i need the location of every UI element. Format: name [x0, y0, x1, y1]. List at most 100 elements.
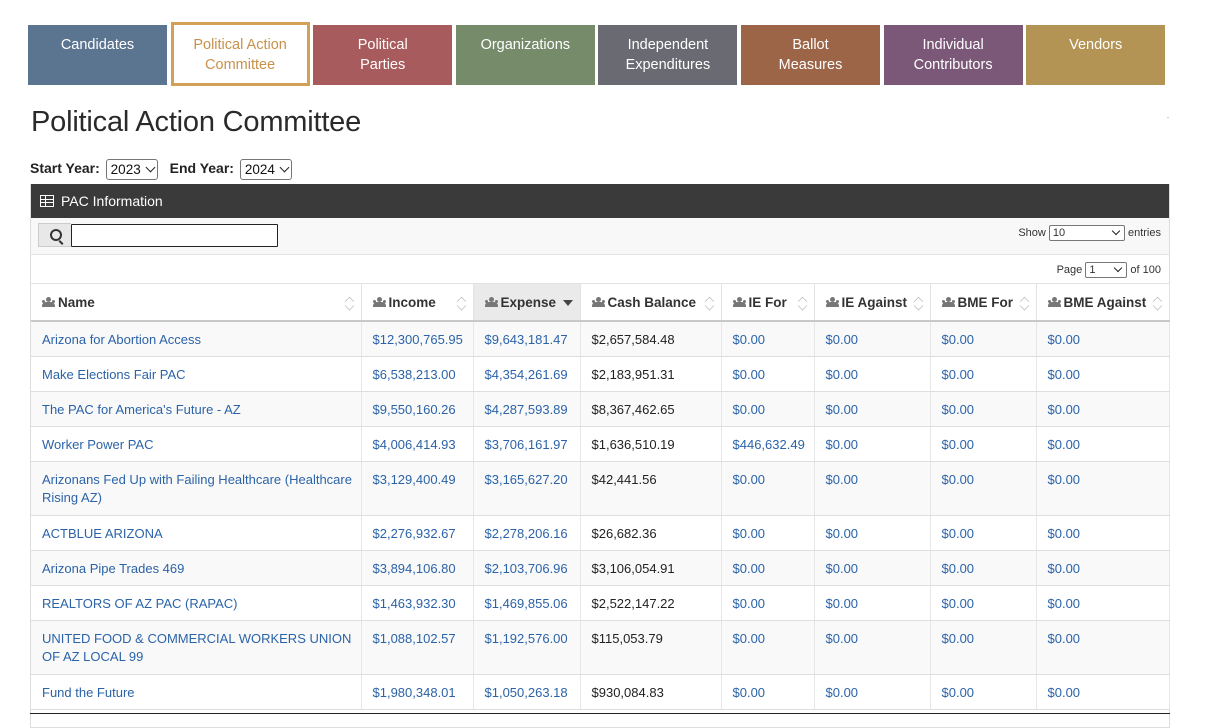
- cell-ie-for[interactable]: $0.00: [721, 550, 815, 586]
- cell-income[interactable]: $1,088,102.57: [361, 620, 474, 675]
- page-select[interactable]: 1: [1085, 262, 1128, 278]
- cell-cash: $2,657,584.48: [580, 321, 722, 357]
- pac-table: Name Income Expense Cash Balance IE For IE Ag…: [31, 283, 1170, 710]
- cell-expense[interactable]: $1,192,576.00: [473, 620, 581, 675]
- cell-ie-against[interactable]: $0.00: [814, 391, 931, 427]
- cell-expense[interactable]: $4,287,593.89: [473, 391, 581, 427]
- cell-name[interactable]: Fund the Future: [31, 674, 362, 710]
- cell-bme-against[interactable]: $0.00: [1036, 426, 1170, 462]
- cell-bme-for[interactable]: $0.00: [930, 356, 1037, 392]
- tab-political-action-committee[interactable]: Political Action Committee: [170, 22, 310, 86]
- cell-ie-against[interactable]: $0.00: [814, 515, 931, 551]
- column-header-ie-against[interactable]: IE Against: [814, 283, 931, 322]
- cell-income[interactable]: $1,463,932.30: [361, 585, 474, 621]
- column-header-bme-for[interactable]: BME For: [930, 283, 1037, 322]
- cell-bme-for[interactable]: $0.00: [930, 620, 1037, 675]
- cell-name[interactable]: Arizona for Abortion Access: [31, 321, 362, 357]
- cell-bme-for[interactable]: $0.00: [930, 461, 1037, 516]
- cell-ie-against[interactable]: $0.00: [814, 620, 931, 675]
- cell-bme-against[interactable]: $0.00: [1036, 321, 1170, 357]
- column-header-bme-against[interactable]: BME Against: [1036, 283, 1170, 322]
- column-header-ie-for[interactable]: IE For: [721, 283, 815, 322]
- cell-ie-for[interactable]: $0.00: [721, 356, 815, 392]
- cell-bme-for[interactable]: $0.00: [930, 550, 1037, 586]
- cell-bme-for[interactable]: $0.00: [930, 674, 1037, 710]
- column-header-expense[interactable]: Expense: [473, 283, 581, 322]
- start-year-select[interactable]: 2023: [105, 159, 158, 180]
- cell-bme-against[interactable]: $0.00: [1036, 585, 1170, 621]
- cell-expense[interactable]: $1,050,263.18: [473, 674, 581, 710]
- tab-vendors[interactable]: Vendors: [1026, 25, 1166, 85]
- cell-bme-for[interactable]: $0.00: [930, 515, 1037, 551]
- cell-income[interactable]: $6,538,213.00: [361, 356, 474, 392]
- cell-bme-against[interactable]: $0.00: [1036, 620, 1170, 675]
- cell-bme-against[interactable]: $0.00: [1036, 515, 1170, 551]
- cell-ie-for[interactable]: $0.00: [721, 515, 815, 551]
- tab-independent-expenditures[interactable]: Independent Expenditures: [598, 25, 738, 85]
- cell-name[interactable]: Arizona Pipe Trades 469: [31, 550, 362, 586]
- cell-ie-for[interactable]: $0.00: [721, 585, 815, 621]
- cell-bme-against[interactable]: $0.00: [1036, 461, 1170, 516]
- cell-ie-against[interactable]: $0.00: [814, 356, 931, 392]
- cell-name[interactable]: UNITED FOOD & COMMERCIAL WORKERS UNION O…: [31, 620, 362, 675]
- cell-name[interactable]: Arizonans Fed Up with Failing Healthcare…: [31, 461, 362, 516]
- cell-expense[interactable]: $1,469,855.06: [473, 585, 581, 621]
- cell-expense[interactable]: $3,165,627.20: [473, 461, 581, 516]
- cell-ie-against[interactable]: $0.00: [814, 321, 931, 357]
- cell-ie-for[interactable]: $446,632.49: [721, 426, 815, 462]
- tab-ballot-measures[interactable]: Ballot Measures: [741, 25, 880, 85]
- panel-title: PAC Information: [61, 193, 163, 209]
- cell-income[interactable]: $1,980,348.01: [361, 674, 474, 710]
- cell-expense[interactable]: $2,278,206.16: [473, 515, 581, 551]
- cell-name[interactable]: REALTORS OF AZ PAC (RAPAC): [31, 585, 362, 621]
- entries-select[interactable]: 10: [1048, 225, 1125, 241]
- cell-cash: $2,183,951.31: [580, 356, 722, 392]
- cell-ie-for[interactable]: $0.00: [721, 391, 815, 427]
- tab-political-parties[interactable]: Political Parties: [313, 25, 453, 85]
- column-header-name[interactable]: Name: [31, 283, 362, 322]
- cell-ie-for[interactable]: $0.00: [721, 461, 815, 516]
- cell-bme-against[interactable]: $0.00: [1036, 550, 1170, 586]
- cell-name[interactable]: Make Elections Fair PAC: [31, 356, 362, 392]
- cell-income[interactable]: $3,129,400.49: [361, 461, 474, 516]
- cell-income[interactable]: $2,276,932.67: [361, 515, 474, 551]
- cell-bme-against[interactable]: $0.00: [1036, 674, 1170, 710]
- cell-bme-against[interactable]: $0.00: [1036, 391, 1170, 427]
- tab-individual-contributors[interactable]: Individual Contributors: [883, 25, 1023, 85]
- cell-income[interactable]: $9,550,160.26: [361, 391, 474, 427]
- cell-ie-for[interactable]: $0.00: [721, 620, 815, 675]
- cell-income[interactable]: $3,894,106.80: [361, 550, 474, 586]
- cell-expense[interactable]: $2,103,706.96: [473, 550, 581, 586]
- cell-ie-against[interactable]: $0.00: [814, 550, 931, 586]
- cell-ie-against[interactable]: $0.00: [814, 585, 931, 621]
- search-button[interactable]: [38, 223, 71, 247]
- cell-bme-for[interactable]: $0.00: [930, 585, 1037, 621]
- end-year-select[interactable]: 2024: [239, 159, 292, 180]
- cell-expense[interactable]: $9,643,181.47: [473, 321, 581, 357]
- sort-icon: [456, 296, 466, 307]
- column-header-income[interactable]: Income: [361, 283, 474, 322]
- cell-income[interactable]: $12,300,765.95: [361, 321, 474, 357]
- cell-name[interactable]: The PAC for America's Future - AZ: [31, 391, 362, 427]
- cell-bme-for[interactable]: $0.00: [930, 426, 1037, 462]
- cell-cash: $1,636,510.19: [580, 426, 722, 462]
- cell-ie-against[interactable]: $0.00: [814, 426, 931, 462]
- cell-expense[interactable]: $3,706,161.97: [473, 426, 581, 462]
- search-input[interactable]: [71, 224, 278, 247]
- cell-income[interactable]: $4,006,414.93: [361, 426, 474, 462]
- cell-ie-against[interactable]: $0.00: [814, 674, 931, 710]
- cell-name[interactable]: Worker Power PAC: [31, 426, 362, 462]
- cell-bme-for[interactable]: $0.00: [930, 391, 1037, 427]
- cell-ie-against[interactable]: $0.00: [814, 461, 931, 516]
- cell-bme-for[interactable]: $0.00: [930, 321, 1037, 357]
- cell-ie-for[interactable]: $0.00: [721, 321, 815, 357]
- tab-candidates[interactable]: Candidates: [28, 25, 167, 85]
- cell-ie-for[interactable]: $0.00: [721, 674, 815, 710]
- cell-name[interactable]: ACTBLUE ARIZONA: [31, 515, 362, 551]
- cell-bme-against[interactable]: $0.00: [1036, 356, 1170, 392]
- cell-expense[interactable]: $4,354,261.69: [473, 356, 581, 392]
- table-row: REALTORS OF AZ PAC (RAPAC) $1,463,932.30 $…: [31, 585, 1170, 621]
- table-row: Arizona Pipe Trades 469 $3,894,106.80 $2,1…: [31, 550, 1170, 586]
- tab-organizations[interactable]: Organizations: [455, 25, 595, 85]
- column-header-cash[interactable]: Cash Balance: [580, 283, 722, 322]
